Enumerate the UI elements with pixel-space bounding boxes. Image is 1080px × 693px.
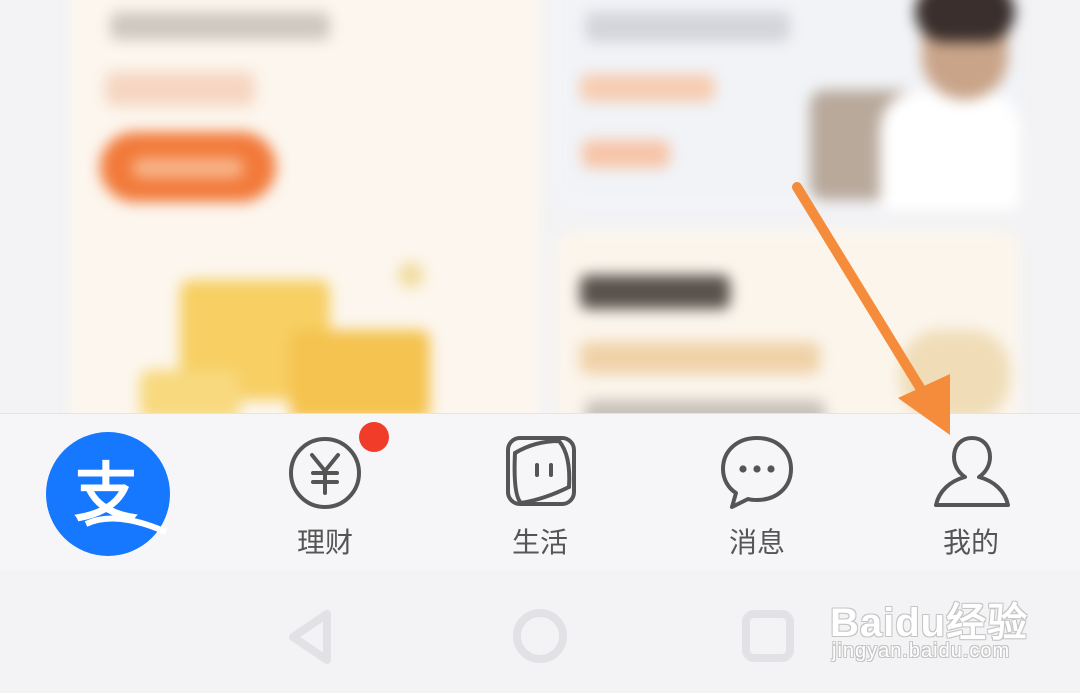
recents-square-icon[interactable]	[740, 608, 796, 664]
watermark-url: jingyan.baidu.com	[832, 640, 1011, 662]
baidu-jingyan-watermark: Baidu经验 jingyan.baidu.com	[830, 590, 1070, 675]
back-triangle-icon[interactable]	[285, 608, 335, 666]
home-circle-icon[interactable]	[510, 606, 570, 666]
